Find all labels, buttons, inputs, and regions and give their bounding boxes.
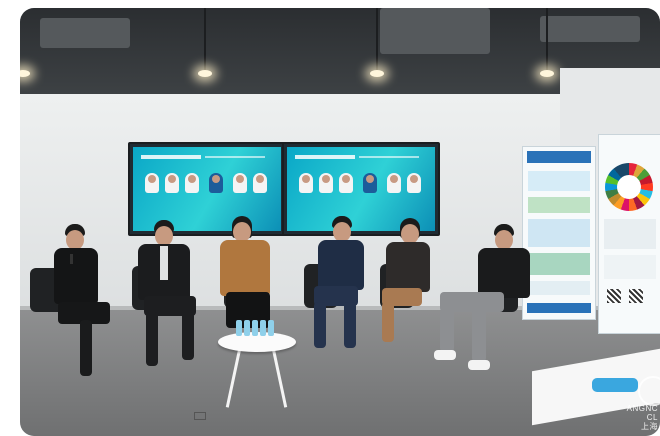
watermark-emblem-icon <box>638 376 660 406</box>
ceiling-duct <box>380 8 490 54</box>
portrait-icon <box>165 173 179 193</box>
ceiling-duct <box>40 18 130 48</box>
watermark-line2: CL <box>646 413 658 422</box>
portrait-icon <box>363 173 377 193</box>
water-bottle <box>252 320 258 336</box>
portrait-icon <box>253 173 267 193</box>
floor-outlet <box>194 412 206 420</box>
pendant-light <box>198 70 212 77</box>
sdg-banner <box>598 134 660 334</box>
light-cable <box>546 8 548 70</box>
qr-code-icon <box>607 289 621 303</box>
qr-code-icon <box>629 289 643 303</box>
microphone-icon <box>70 254 73 264</box>
ceiling-duct <box>540 16 640 42</box>
portrait-icon <box>387 173 401 193</box>
pendant-light <box>370 70 384 77</box>
portrait-icon <box>299 173 313 193</box>
light-cable <box>204 8 206 70</box>
watermark-line3: 上海 <box>641 422 658 431</box>
portrait-icon <box>407 173 421 193</box>
portrait-icon <box>209 173 223 193</box>
portrait-icon <box>319 173 333 193</box>
watermark-line1: ANGNC <box>626 404 658 413</box>
watermark-logo: ANGNC CL 上海 <box>627 376 660 436</box>
portrait-icon <box>145 173 159 193</box>
rollup-banner <box>522 146 596 320</box>
water-bottle <box>268 320 274 336</box>
portrait-icon <box>233 173 247 193</box>
water-bottle <box>244 320 250 336</box>
portrait-icon <box>339 173 353 193</box>
water-bottle <box>236 320 242 336</box>
portrait-icon <box>185 173 199 193</box>
photo-frame: ANGNC CL 上海 <box>20 8 660 436</box>
light-cable <box>376 8 378 70</box>
water-bottle <box>260 320 266 336</box>
pendant-light <box>540 70 554 77</box>
sdg-wheel-icon <box>605 163 653 211</box>
display-screen-left <box>128 142 286 236</box>
